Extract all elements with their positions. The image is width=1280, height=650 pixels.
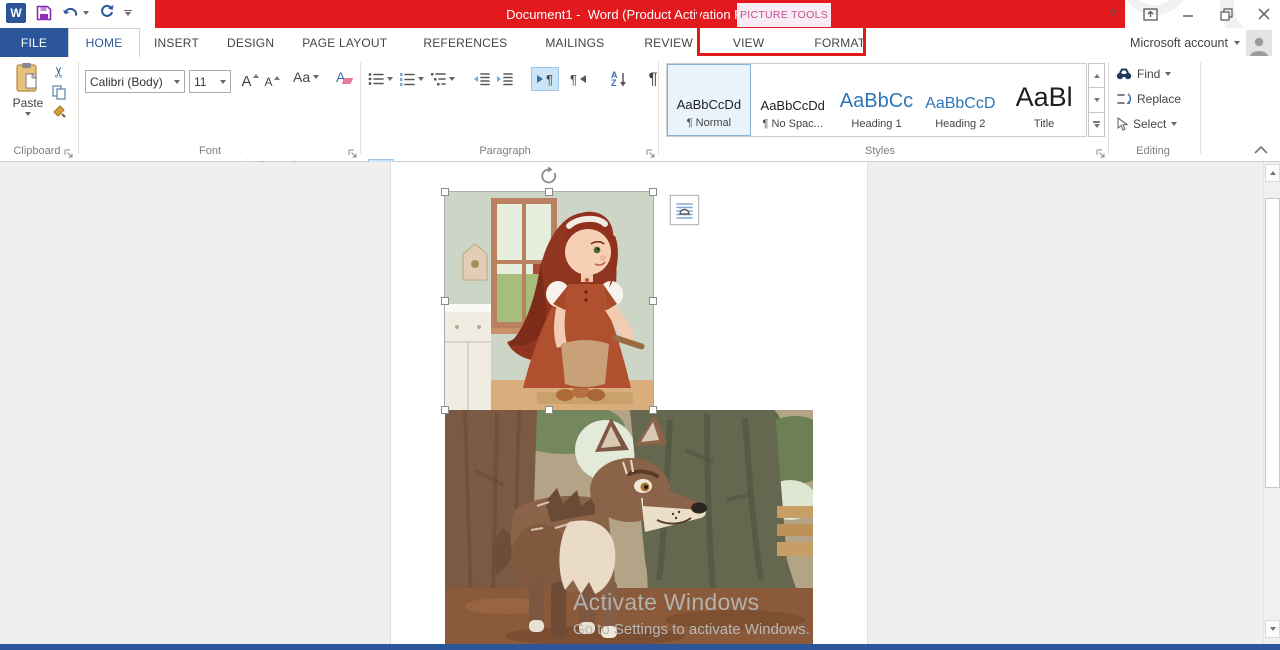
resize-handle-bottom-left[interactable] <box>441 406 449 414</box>
scroll-down-button[interactable] <box>1265 620 1280 638</box>
find-button[interactable]: Find <box>1116 64 1171 84</box>
select-button[interactable]: Select <box>1116 114 1177 134</box>
paragraph-group-label: Paragraph <box>445 145 565 157</box>
increase-indent-button[interactable] <box>496 72 513 86</box>
girl-image[interactable] <box>445 192 653 410</box>
left-to-right-text-button[interactable]: ¶ <box>531 67 559 91</box>
tab-design[interactable]: DESIGN <box>213 28 288 57</box>
shrink-font-button[interactable]: A <box>262 71 282 93</box>
bullets-button[interactable] <box>368 72 393 86</box>
style-heading-2[interactable]: AaBbCcD Heading 2 <box>918 64 1002 136</box>
collapse-ribbon-button[interactable] <box>1254 141 1268 159</box>
close-button[interactable] <box>1256 6 1272 22</box>
styles-scroll-up-button[interactable] <box>1088 63 1105 88</box>
change-case-button[interactable]: Aa <box>293 69 319 85</box>
word-window: W Document1 - Word (Product Activation F… <box>0 0 1280 650</box>
activate-windows-subtext: Go to Settings to activate Windows. <box>573 621 810 638</box>
sort-button[interactable]: AZ <box>611 71 627 87</box>
find-label: Find <box>1137 67 1160 81</box>
vertical-scrollbar[interactable] <box>1263 162 1280 644</box>
resize-handle-middle-left[interactable] <box>441 297 449 305</box>
select-label: Select <box>1133 117 1166 131</box>
styles-more-button[interactable] <box>1088 113 1105 137</box>
font-size-combobox[interactable]: 11 <box>189 70 231 93</box>
multilevel-list-button[interactable] <box>430 72 455 86</box>
resize-handle-top-right[interactable] <box>649 188 657 196</box>
quick-access-toolbar: W <box>6 3 132 23</box>
account-label: Microsoft account <box>1130 36 1228 50</box>
styles-group-label: Styles <box>820 145 940 157</box>
tab-page-layout[interactable]: PAGE LAYOUT <box>288 28 401 57</box>
window-title: Document1 - Word (Product Activation Fai… <box>155 0 1125 28</box>
font-dialog-launcher[interactable] <box>348 146 358 156</box>
undo-dropdown-icon[interactable] <box>83 11 89 15</box>
format-painter-icon[interactable] <box>52 104 66 118</box>
clipboard-group-label: Clipboard <box>8 145 66 157</box>
grow-font-button[interactable]: A <box>239 69 261 93</box>
tab-references[interactable]: REFERENCES <box>409 28 521 57</box>
clipboard-dialog-launcher[interactable] <box>64 146 74 156</box>
tab-format[interactable]: FORMAT <box>800 28 879 57</box>
paste-label: Paste <box>13 96 44 110</box>
ribbon-tab-bar: FILE HOME INSERT DESIGN PAGE LAYOUT REFE… <box>0 28 1280 57</box>
replace-button[interactable]: Replace <box>1116 89 1181 109</box>
avatar[interactable] <box>1246 30 1272 56</box>
styles-scroll-down-button[interactable] <box>1088 88 1105 112</box>
restore-button[interactable] <box>1218 6 1234 22</box>
activate-windows-watermark: Activate Windows <box>573 589 759 616</box>
style-title[interactable]: AaBl Title <box>1002 64 1086 136</box>
decrease-indent-button[interactable] <box>473 72 490 86</box>
minimize-button[interactable] <box>1180 6 1196 22</box>
account-menu[interactable]: Microsoft account <box>1130 28 1240 57</box>
paste-button[interactable]: Paste <box>6 62 50 134</box>
tab-review[interactable]: REVIEW <box>630 28 707 57</box>
tab-file[interactable]: FILE <box>0 28 68 57</box>
style-normal[interactable]: AaBbCcDd ¶ Normal <box>667 64 751 136</box>
account-dropdown-icon <box>1234 41 1240 45</box>
font-name-value: Calibri (Body) <box>90 75 163 89</box>
document-page[interactable] <box>390 162 868 644</box>
picture-tools-badge: PICTURE TOOLS <box>737 2 831 27</box>
cut-icon[interactable]: ✂ <box>50 65 68 79</box>
title-bar: W Document1 - Word (Product Activation F… <box>0 0 1280 28</box>
help-button[interactable]: ? <box>1104 6 1120 22</box>
paragraph-dialog-launcher[interactable] <box>646 146 656 156</box>
font-group-label: Font <box>150 145 270 157</box>
paste-dropdown-icon <box>25 112 31 116</box>
copy-icon[interactable] <box>52 85 66 100</box>
resize-handle-top-left[interactable] <box>441 188 449 196</box>
tab-view[interactable]: VIEW <box>719 28 778 57</box>
resize-handle-bottom-center[interactable] <box>545 406 553 414</box>
style-no-spacing[interactable]: AaBbCcDd ¶ No Spac... <box>751 64 835 136</box>
save-icon[interactable] <box>36 5 52 21</box>
scrollbar-thumb[interactable] <box>1265 198 1280 488</box>
ribbon: Paste ✂ Clipboard Calibri (Body) 11 A <box>0 57 1280 162</box>
clear-formatting-button[interactable]: A <box>336 69 352 85</box>
font-name-combobox[interactable]: Calibri (Body) <box>85 70 185 93</box>
undo-button[interactable] <box>62 6 89 20</box>
ribbon-display-options-button[interactable] <box>1142 6 1158 22</box>
tab-home[interactable]: HOME <box>68 28 140 57</box>
redo-button[interactable] <box>99 3 114 23</box>
tab-insert[interactable]: INSERT <box>140 28 213 57</box>
resize-handle-middle-right[interactable] <box>649 297 657 305</box>
status-bar <box>0 644 1280 650</box>
show-hide-pilcrow-button[interactable]: ¶ <box>649 69 658 89</box>
font-size-value: 11 <box>194 75 206 89</box>
document-area: Activate Windows Go to Settings to activ… <box>0 162 1280 644</box>
styles-dialog-launcher[interactable] <box>1096 146 1106 156</box>
scroll-up-button[interactable] <box>1265 164 1280 182</box>
replace-label: Replace <box>1137 92 1181 106</box>
editing-group-label: Editing <box>1110 145 1196 157</box>
numbering-button[interactable] <box>399 72 424 86</box>
layout-options-button[interactable] <box>670 195 699 225</box>
styles-gallery: AaBbCcDd ¶ Normal AaBbCcDd ¶ No Spac... … <box>666 63 1087 137</box>
rotation-handle-icon[interactable] <box>539 166 559 191</box>
right-to-left-text-button[interactable]: ¶ <box>565 67 591 91</box>
customize-qat-button[interactable] <box>124 10 132 17</box>
resize-handle-bottom-right[interactable] <box>649 406 657 414</box>
tab-mailings[interactable]: MAILINGS <box>531 28 618 57</box>
style-heading-1[interactable]: AaBbCc Heading 1 <box>835 64 919 136</box>
word-logo-icon[interactable]: W <box>6 3 26 23</box>
